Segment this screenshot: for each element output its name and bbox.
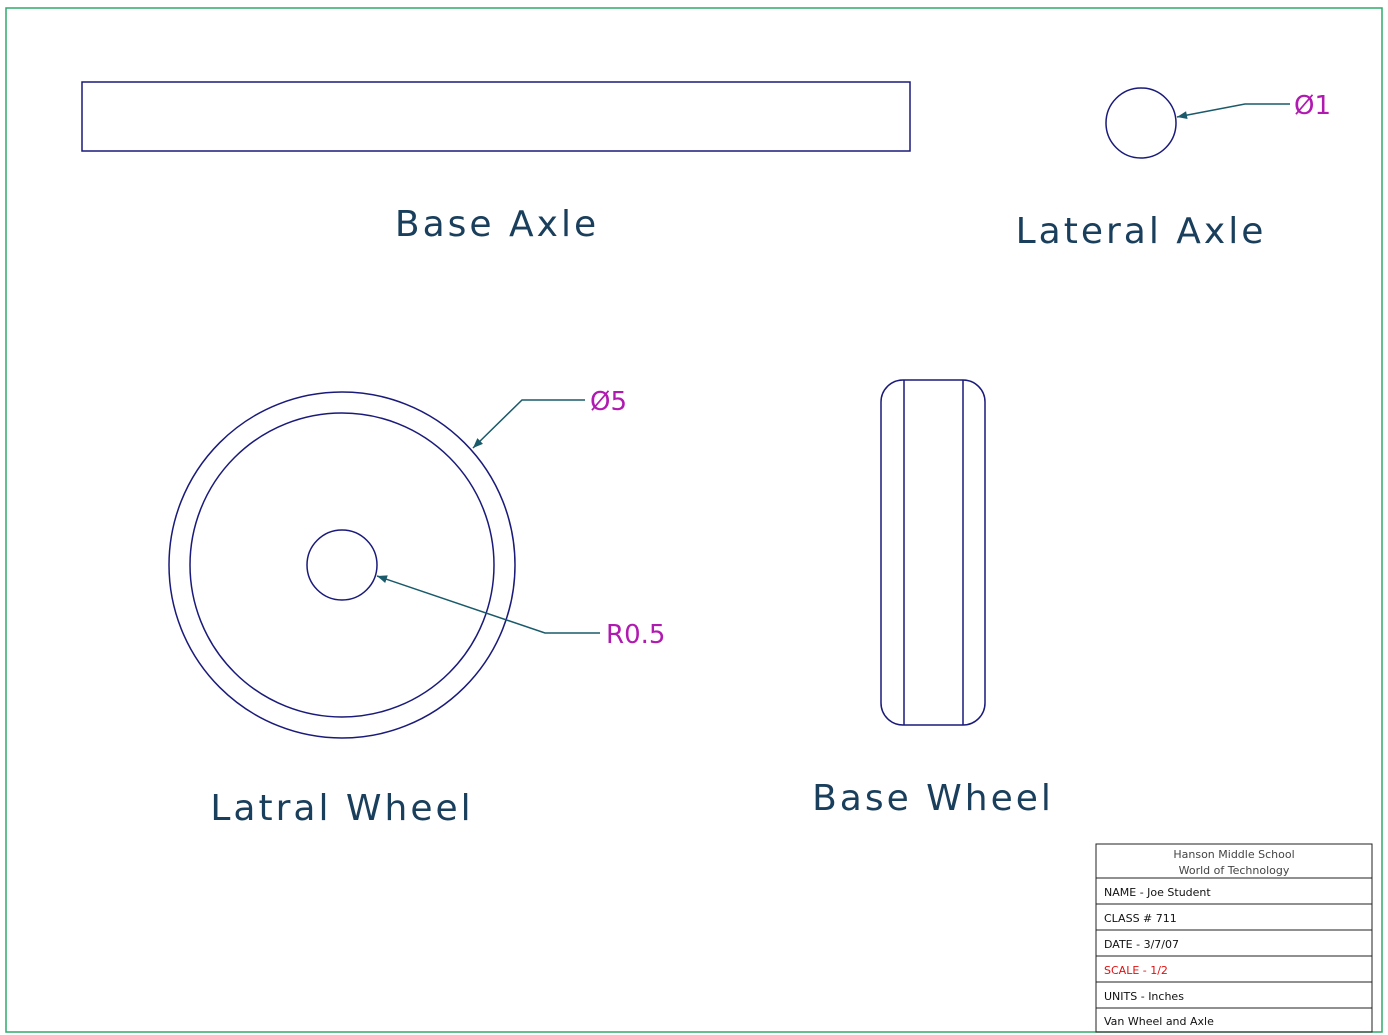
wheel-inner-circle [189, 412, 495, 718]
wheel-diameter-leader [472, 399, 585, 449]
title-scale: SCALE - 1/2 [1104, 964, 1168, 977]
wheel-diameter-dimension: Ø5 [590, 387, 627, 417]
lateral-axle-shape [1105, 87, 1177, 159]
wheel-hub-circle [306, 529, 378, 601]
base-wheel-label: Base Wheel [812, 778, 1054, 819]
base-axle-label: Base Axle [395, 204, 599, 245]
title-drawing: Van Wheel and Axle [1104, 1015, 1214, 1028]
title-date: DATE - 3/7/07 [1104, 938, 1179, 951]
lateral-axle-label: Lateral Axle [1016, 211, 1267, 252]
lateral-axle-dimension: Ø1 [1294, 91, 1331, 121]
lateral-axle-leader [1176, 103, 1290, 120]
title-school: Hanson Middle School [1173, 848, 1294, 861]
base-wheel-shape [880, 379, 986, 726]
title-block: Hanson Middle School World of Technology… [1095, 843, 1373, 1033]
title-units: UNITS - Inches [1104, 990, 1184, 1003]
title-program: World of Technology [1179, 864, 1290, 877]
base-axle-shape [81, 81, 911, 152]
drawing-sheet: Base Axle Ø1 Lateral Axle Ø5 R0.5 Latral… [5, 7, 1383, 1033]
latral-wheel-label: Latral Wheel [210, 788, 473, 829]
title-name: NAME - Joe Student [1104, 886, 1211, 899]
title-class: CLASS # 711 [1104, 912, 1177, 925]
wheel-outer-circle [168, 391, 516, 739]
hub-radius-dimension: R0.5 [606, 620, 665, 650]
